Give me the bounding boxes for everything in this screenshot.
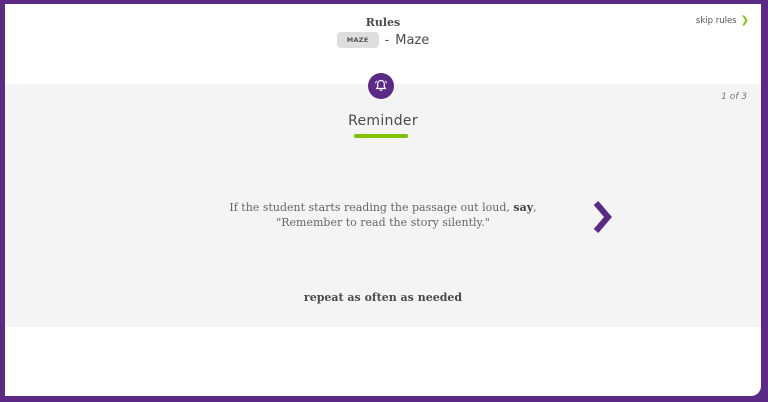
skip-rules-label: skip rules xyxy=(695,15,737,26)
module-row: MAZE - Maze xyxy=(5,32,761,48)
message-comma: , xyxy=(533,201,537,214)
rule-card: 1 of 3 Reminder If the student starts re… xyxy=(5,84,761,327)
separator: - xyxy=(384,32,390,48)
module-name: Maze xyxy=(395,32,430,48)
chevron-right-icon xyxy=(593,201,612,233)
rule-message: If the student starts reading the passag… xyxy=(183,200,583,230)
message-bold: say xyxy=(513,201,534,214)
message-text: If the student starts reading the passag… xyxy=(229,201,514,214)
bell-icon xyxy=(368,73,394,99)
module-tag: MAZE xyxy=(336,32,379,48)
skip-rules-link[interactable]: skip rules ❯ xyxy=(696,15,749,26)
heading-underline xyxy=(354,134,408,138)
step-counter: 1 of 3 xyxy=(721,92,747,102)
header: Rules MAZE - Maze skip rules ❯ xyxy=(5,4,761,84)
app-frame: Rules MAZE - Maze skip rules ❯ 1 of 3 Re… xyxy=(5,4,761,396)
next-button[interactable] xyxy=(588,197,618,237)
chevron-right-icon: ❯ xyxy=(740,15,749,26)
repeat-note: repeat as often as needed xyxy=(303,291,463,304)
page-title: Rules xyxy=(365,16,401,29)
message-quote: "Remember to read the story silently." xyxy=(276,216,490,229)
card-heading: Reminder xyxy=(348,113,418,129)
